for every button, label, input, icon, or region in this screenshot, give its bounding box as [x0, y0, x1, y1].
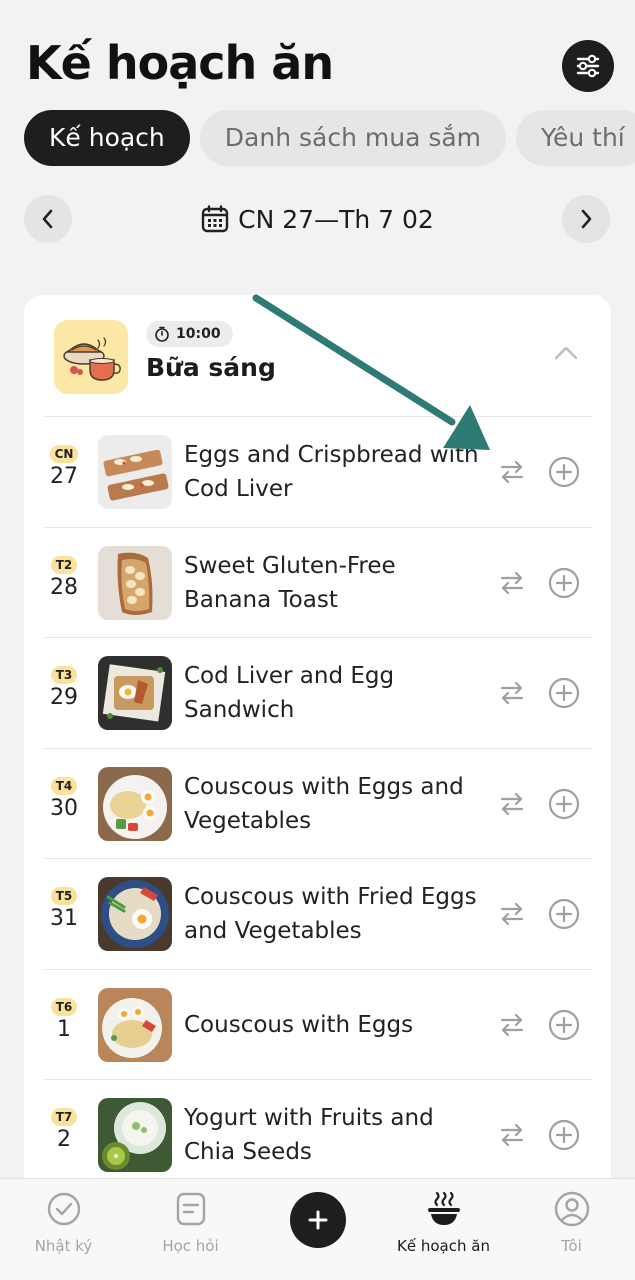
recipe-thumbnail[interactable]	[98, 877, 172, 951]
bottom-navigation: Nhật ký Học hỏi Kế hoạch ăn Tôi	[0, 1178, 635, 1280]
recipe-name[interactable]: Eggs and Crispbread with Cod Liver	[184, 417, 484, 527]
timer-icon	[155, 326, 169, 342]
nav-diary-label: Nhật ký	[34, 1237, 93, 1255]
recipe-name[interactable]: Sweet Gluten-Free Banana Toast	[184, 528, 484, 638]
tab-plan[interactable]: Kế hoạch	[24, 110, 190, 166]
recipe-name[interactable]: Cod Liver and Egg Sandwich	[184, 638, 484, 748]
filter-button[interactable]	[562, 40, 614, 92]
recipe-thumbnail[interactable]	[98, 435, 172, 509]
meal-time: 10:00	[176, 326, 221, 342]
meal-row[interactable]: T3 29 Cod Liver and Egg Sandwich	[44, 637, 592, 748]
recipe-thumbnail[interactable]	[98, 1098, 172, 1172]
recipe-thumbnail[interactable]	[98, 766, 172, 841]
meal-name: Bữa sáng	[146, 353, 276, 382]
nav-meal-plan-label: Kế hoạch ăn	[397, 1237, 490, 1255]
chevron-right-icon	[581, 209, 592, 229]
bowl-icon	[427, 1191, 460, 1225]
tab-bar: Kế hoạch Danh sách mua sắm Yêu thí	[24, 110, 635, 166]
day-date: 2	[57, 1127, 71, 1152]
week-range[interactable]: CN 27—Th 7 02	[24, 195, 610, 243]
swap-icon[interactable]	[496, 1009, 528, 1041]
day-date: 1	[57, 1016, 71, 1042]
meal-time-badge: 10:00	[146, 321, 233, 347]
day-indicator: T6 1	[44, 996, 84, 1044]
add-button[interactable]	[290, 1192, 346, 1248]
add-circle-icon[interactable]	[548, 456, 580, 488]
swap-icon[interactable]	[496, 677, 528, 709]
note-icon	[176, 1192, 205, 1226]
day-date: 28	[50, 574, 78, 600]
nav-meal-plan[interactable]: Kế hoạch ăn	[380, 1189, 507, 1269]
profile-icon	[554, 1191, 589, 1227]
meal-rows: CN 27 Eggs and Crispbread with Cod Liver	[44, 416, 592, 1190]
add-circle-icon[interactable]	[548, 1009, 580, 1041]
swap-icon[interactable]	[496, 567, 528, 599]
page-title: Kế hoạch ăn	[26, 36, 334, 90]
swap-icon[interactable]	[496, 788, 528, 820]
calendar-icon	[201, 205, 229, 233]
tab-shopping-list[interactable]: Danh sách mua sắm	[199, 110, 507, 166]
meal-card: 10:00 Bữa sáng CN 27 Eggs and Crispbread…	[24, 295, 611, 1280]
plus-icon	[308, 1210, 328, 1230]
meal-row[interactable]: T2 28 Sweet Gluten-Free Banana Toast	[44, 526, 592, 638]
nav-learn-label: Học hỏi	[162, 1237, 219, 1255]
meal-header[interactable]: 10:00 Bữa sáng	[24, 295, 611, 415]
day-badge: T7	[50, 1108, 78, 1126]
check-circle-icon	[47, 1192, 80, 1226]
day-badge: T6	[50, 997, 78, 1016]
recipe-name[interactable]: Couscous with Eggs and Vegetables	[184, 749, 484, 859]
day-badge: CN	[49, 445, 79, 463]
day-date: 27	[50, 464, 78, 489]
meal-row[interactable]: T6 1 Couscous with Eggs	[44, 968, 592, 1080]
nav-diary[interactable]: Nhật ký	[0, 1189, 127, 1269]
nav-profile[interactable]: Tôi	[508, 1189, 635, 1269]
day-indicator: T3 29	[44, 664, 84, 712]
header: Kế hoạch ăn Kế hoạch Danh sách mua sắm Yêu…	[0, 0, 635, 290]
recipe-name[interactable]: Couscous with Fried Eggs and Vegetables	[184, 859, 484, 969]
breakfast-icon	[54, 320, 128, 394]
recipe-name[interactable]: Yogurt with Fruits and Chia Seeds	[184, 1080, 484, 1190]
recipe-thumbnail[interactable]	[98, 545, 172, 620]
add-circle-icon[interactable]	[548, 898, 580, 930]
swap-icon[interactable]	[496, 456, 528, 488]
recipe-thumbnail[interactable]	[98, 656, 172, 730]
day-indicator: CN 27	[44, 443, 84, 491]
meal-row[interactable]: CN 27 Eggs and Crispbread with Cod Liver	[44, 416, 592, 527]
nav-profile-label: Tôi	[561, 1237, 582, 1255]
chevron-up-icon[interactable]	[552, 343, 580, 363]
day-badge: T4	[50, 776, 78, 795]
meal-row[interactable]: T5 31 Couscous with Fried Eggs and Veget…	[44, 858, 592, 969]
week-navigator: CN 27—Th 7 02	[24, 195, 610, 243]
day-date: 29	[50, 685, 78, 710]
day-badge: T2	[50, 555, 78, 574]
add-circle-icon[interactable]	[548, 567, 580, 599]
day-indicator: T7 2	[44, 1106, 84, 1154]
day-indicator: T5 31	[44, 885, 84, 933]
day-date: 31	[50, 906, 78, 931]
meal-row[interactable]: T7 2 Yogurt with Fruits and Chia Seeds	[44, 1079, 592, 1190]
week-range-label: CN 27—Th 7 02	[238, 204, 434, 234]
day-badge: T5	[50, 887, 78, 905]
recipe-name[interactable]: Couscous with Eggs	[184, 970, 484, 1080]
day-date: 30	[50, 795, 78, 821]
add-circle-icon[interactable]	[548, 677, 580, 709]
swap-icon[interactable]	[496, 898, 528, 930]
tab-favorites[interactable]: Yêu thí	[516, 110, 635, 166]
day-badge: T3	[50, 666, 78, 684]
nav-learn[interactable]: Học hỏi	[127, 1189, 254, 1269]
meal-row[interactable]: T4 30 Couscous with Eggs and Vegetables	[44, 747, 592, 859]
recipe-thumbnail[interactable]	[98, 987, 172, 1062]
add-circle-icon[interactable]	[548, 788, 580, 820]
next-week-button[interactable]	[562, 195, 610, 243]
sliders-icon	[576, 54, 600, 78]
add-circle-icon[interactable]	[548, 1119, 580, 1151]
swap-icon[interactable]	[496, 1119, 528, 1151]
day-indicator: T4 30	[44, 775, 84, 823]
day-indicator: T2 28	[44, 554, 84, 602]
